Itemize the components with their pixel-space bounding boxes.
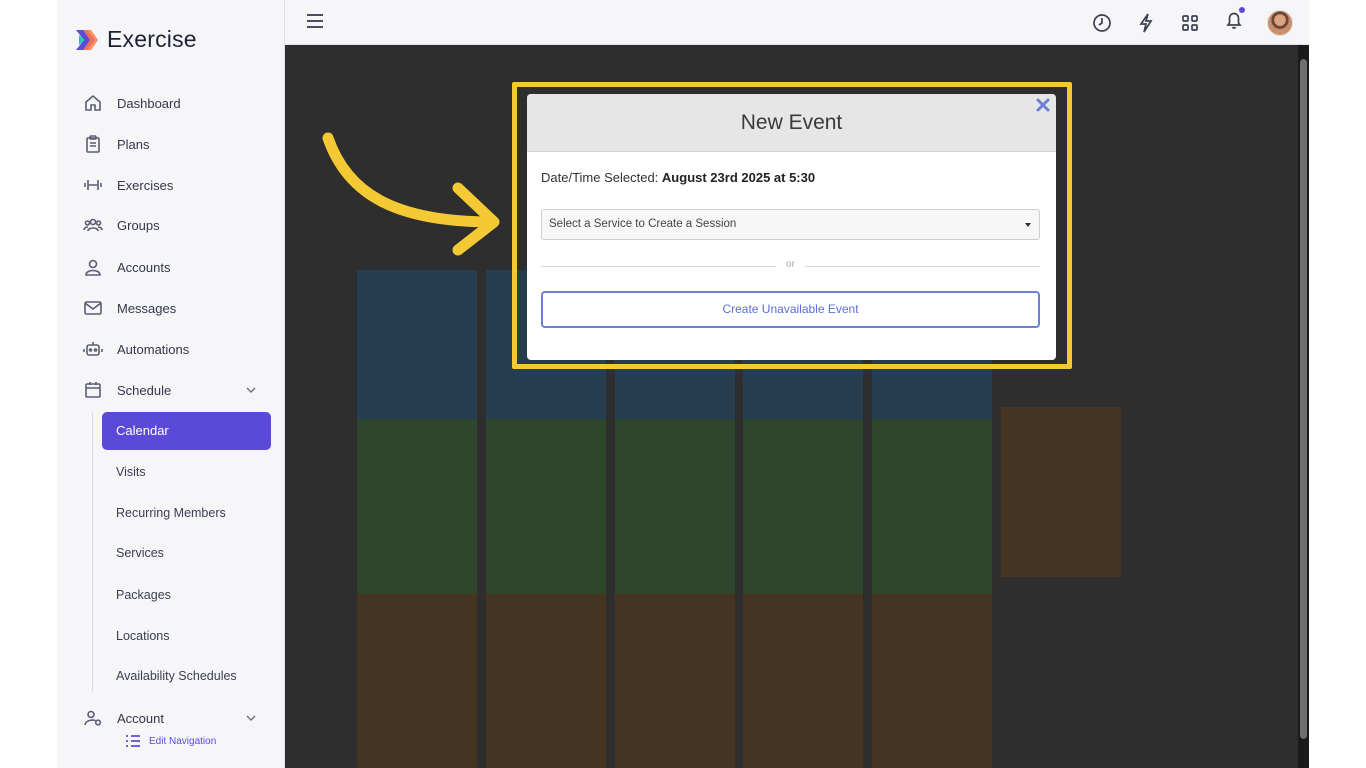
sidebar-item-label: Plans: [117, 136, 150, 152]
sidebar-item-label: Automations: [117, 341, 190, 357]
modal-header: New Event: [527, 94, 1056, 152]
sidebar-item-label: Accounts: [117, 259, 171, 275]
service-select-placeholder: Select a Service to Create a Session: [549, 218, 737, 230]
home-icon: [85, 94, 101, 111]
sidebar-item-label: Exercises: [117, 177, 174, 193]
sidebar-subitem-calendar[interactable]: Calendar: [102, 412, 271, 450]
calendar-column: [1001, 407, 1121, 577]
caret-down-icon: [1025, 223, 1031, 227]
sidebar-item-accounts[interactable]: Accounts: [83, 255, 170, 279]
sidebar-item-account[interactable]: Account: [83, 706, 164, 730]
modal-title: New Event: [740, 111, 843, 134]
calendar-icon: [85, 382, 101, 398]
or-divider: or: [541, 258, 1040, 274]
sidebar-item-label: Groups: [117, 217, 160, 233]
dumbbell-icon: [84, 180, 102, 190]
chevron-down-icon[interactable]: [245, 384, 257, 396]
sidebar-item-exercises[interactable]: Exercises: [83, 173, 173, 197]
datetime-value: August 23rd 2025 at 5:30: [661, 170, 816, 185]
sidebar-subitem-availability-schedules[interactable]: Availability Schedules: [116, 666, 237, 686]
service-select[interactable]: Select a Service to Create a Session: [541, 209, 1040, 240]
submenu-line: [92, 413, 93, 691]
scrollbar[interactable]: [1298, 45, 1309, 768]
lightning-icon[interactable]: [1135, 12, 1157, 34]
datetime-label: Date/Time Selected:: [541, 170, 659, 185]
clipboard-icon: [86, 135, 100, 153]
brand-logo-icon: [73, 27, 99, 53]
sidebar-item-label: Messages: [117, 300, 177, 316]
grid-icon[interactable]: [1179, 12, 1201, 34]
chevron-down-icon[interactable]: [245, 712, 257, 724]
edit-navigation-link[interactable]: Edit Navigation: [125, 734, 216, 748]
sidebar-subitem-services[interactable]: Services: [116, 543, 164, 563]
list-icon: [126, 735, 140, 747]
scrollbar-thumb[interactable]: [1300, 59, 1307, 739]
datetime-selected: Date/Time Selected: August 23rd 2025 at …: [541, 170, 815, 185]
sidebar-item-plans[interactable]: Plans: [83, 132, 150, 156]
close-icon[interactable]: [1036, 98, 1050, 112]
bell-wrapper[interactable]: [1223, 7, 1245, 36]
annotation-arrow-icon: [322, 132, 500, 256]
brand-name: Exercise: [107, 26, 197, 52]
sidebar: Exercise Dashboard Plans Exercises Group…: [57, 0, 285, 768]
mail-icon: [84, 301, 102, 315]
sidebar-item-label: Account: [117, 710, 164, 726]
divider-line: [805, 266, 1040, 267]
sidebar-item-label: Schedule: [117, 382, 172, 398]
or-text: or: [786, 259, 795, 270]
edit-navigation-label: Edit Navigation: [149, 735, 217, 747]
calendar-column: [357, 270, 477, 768]
sidebar-item-schedule[interactable]: Schedule: [83, 378, 171, 402]
clock-icon[interactable]: [1091, 12, 1113, 34]
top-bar: [285, 0, 1309, 45]
sidebar-subitem-visits[interactable]: Visits: [116, 462, 146, 482]
hamburger-icon[interactable]: [307, 14, 323, 28]
top-icons: [1091, 7, 1293, 36]
avatar[interactable]: [1267, 9, 1293, 36]
users-icon: [83, 218, 103, 232]
sidebar-item-automations[interactable]: Automations: [83, 337, 189, 361]
sidebar-item-groups[interactable]: Groups: [83, 213, 160, 237]
sidebar-item-messages[interactable]: Messages: [83, 296, 176, 320]
sidebar-item-label: Dashboard: [117, 95, 181, 111]
robot-icon: [83, 342, 103, 356]
sidebar-subitem-recurring-members[interactable]: Recurring Members: [116, 503, 226, 523]
sidebar-item-dashboard[interactable]: Dashboard: [83, 91, 181, 115]
user-cog-icon: [84, 710, 102, 726]
sidebar-subitem-locations[interactable]: Locations: [116, 626, 170, 646]
notification-dot: [1239, 7, 1245, 13]
create-unavailable-event-button[interactable]: Create Unavailable Event: [541, 291, 1040, 328]
sidebar-subitem-packages[interactable]: Packages: [116, 585, 171, 605]
new-event-modal: New Event Date/Time Selected: August 23r…: [527, 94, 1056, 360]
brand[interactable]: Exercise: [73, 26, 197, 53]
user-icon: [85, 259, 101, 276]
